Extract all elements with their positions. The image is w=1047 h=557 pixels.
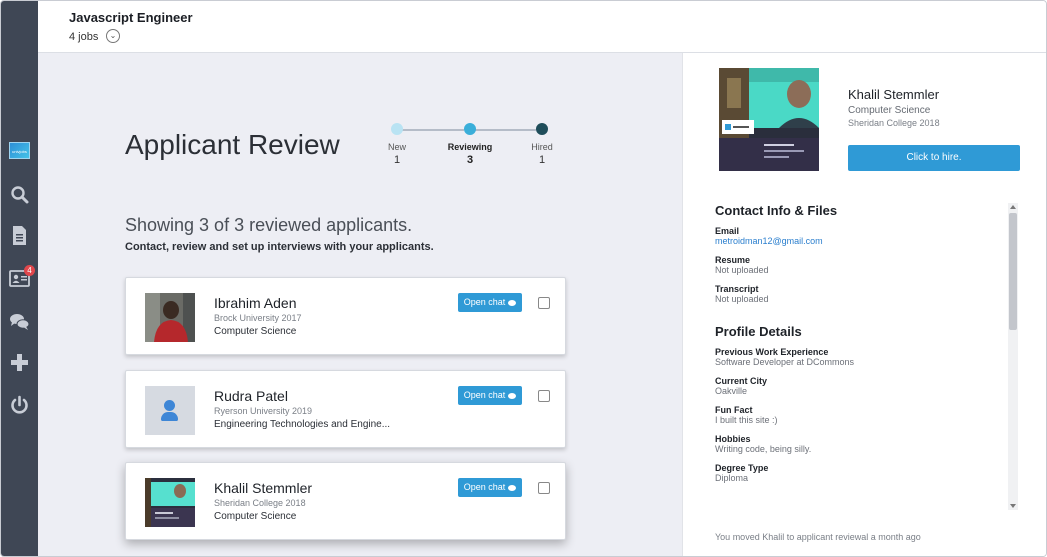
applicant-school: Brock University 2017 xyxy=(214,313,302,323)
chat-icon xyxy=(508,392,517,399)
applicant-photo xyxy=(145,293,195,342)
applicant-program: Engineering Technologies and Engine... xyxy=(214,419,391,430)
profile-program: Computer Science xyxy=(848,105,931,116)
page-title: Applicant Review xyxy=(125,129,340,160)
plus-icon[interactable] xyxy=(9,352,30,373)
chat-icon xyxy=(508,299,517,306)
fun-fact-value: I built this site :) xyxy=(715,415,778,425)
app-window: univjobs 4 Javascript Engineer 4 jobs ⌄ … xyxy=(0,0,1047,557)
transcript-label: Transcript xyxy=(715,284,759,294)
step-hired-label: Hired xyxy=(531,142,553,152)
hobbies-value: Writing code, being silly. xyxy=(715,444,812,454)
job-header: Javascript Engineer 4 jobs ⌄ xyxy=(38,1,1046,53)
applicant-review-area: Applicant Review New 1 Reviewing 3 Hired… xyxy=(38,53,682,556)
details-scrollbar[interactable] xyxy=(1008,203,1018,510)
work-experience-label: Previous Work Experience xyxy=(715,347,829,357)
profile-name: Khalil Stemmler xyxy=(848,87,940,102)
profile-school: Sheridan College 2018 xyxy=(848,118,940,128)
stepper-line xyxy=(474,129,536,131)
open-chat-label: Open chat xyxy=(463,390,506,400)
chat-icon[interactable] xyxy=(9,311,30,332)
step-new-dot[interactable] xyxy=(391,123,403,135)
profile-photo xyxy=(719,68,819,171)
degree-type-value: Diploma xyxy=(715,473,749,483)
open-chat-button[interactable]: Open chat xyxy=(458,386,522,405)
email-label: Email xyxy=(715,226,740,236)
select-checkbox[interactable] xyxy=(538,482,550,494)
profile-details: Contact Info & Files Email metroidman12@… xyxy=(715,203,1005,483)
applicant-name[interactable]: Ibrahim Aden xyxy=(214,295,297,311)
applicants-badge: 4 xyxy=(24,265,35,276)
document-icon[interactable] xyxy=(9,225,30,246)
work-experience-value: Software Developer at DCommons xyxy=(715,357,855,367)
select-checkbox[interactable] xyxy=(538,297,550,309)
select-checkbox[interactable] xyxy=(538,390,550,402)
avatar-body xyxy=(161,412,178,421)
degree-type-label: Degree Type xyxy=(715,463,769,473)
fun-fact-label: Fun Fact xyxy=(715,405,753,415)
job-title: Javascript Engineer xyxy=(69,10,193,25)
hire-button[interactable]: Click to hire. xyxy=(848,145,1020,171)
applicant-profile-panel: Khalil Stemmler Computer Science Sherida… xyxy=(682,53,1046,556)
email-link[interactable]: metroidman12@gmail.com xyxy=(715,236,1005,246)
default-avatar-icon xyxy=(145,386,195,435)
applicant-program: Computer Science xyxy=(214,326,297,337)
step-new-count: 1 xyxy=(393,154,401,166)
resume-value: Not uploaded xyxy=(715,265,769,275)
scroll-up-arrow-icon[interactable] xyxy=(1010,205,1016,209)
applicant-card[interactable]: Rudra Patel Ryerson University 2019 Engi… xyxy=(125,370,566,448)
step-hired-count: 1 xyxy=(538,154,546,166)
chevron-down-icon[interactable]: ⌄ xyxy=(106,29,120,43)
applicant-name[interactable]: Rudra Patel xyxy=(214,388,288,404)
applicant-photo xyxy=(145,478,195,527)
open-chat-label: Open chat xyxy=(463,297,506,307)
avatar-head xyxy=(164,400,175,411)
showing-count: Showing 3 of 3 reviewed applicants. xyxy=(125,215,413,235)
sidebar: univjobs 4 xyxy=(1,1,38,556)
chat-icon xyxy=(508,484,517,491)
profile-details-title: Profile Details xyxy=(715,324,802,339)
scroll-thumb[interactable] xyxy=(1009,213,1017,330)
transcript-value: Not uploaded xyxy=(715,294,769,304)
current-city-value: Oakville xyxy=(715,386,748,396)
applicant-school: Ryerson University 2019 xyxy=(214,406,313,416)
step-reviewing-label: Reviewing xyxy=(447,142,493,152)
step-hired-dot[interactable] xyxy=(536,123,548,135)
applicant-school: Sheridan College 2018 xyxy=(214,498,306,508)
scroll-down-arrow-icon[interactable] xyxy=(1010,504,1016,508)
applicant-program: Computer Science xyxy=(214,511,297,522)
open-chat-label: Open chat xyxy=(463,482,506,492)
applicant-card[interactable]: Khalil Stemmler Sheridan College 2018 Co… xyxy=(125,462,566,540)
applicant-name[interactable]: Khalil Stemmler xyxy=(214,480,312,496)
open-chat-button[interactable]: Open chat xyxy=(458,293,522,312)
search-icon[interactable] xyxy=(9,184,30,205)
step-reviewing-dot[interactable] xyxy=(464,123,476,135)
step-reviewing-count: 3 xyxy=(466,154,474,166)
applicant-card[interactable]: Ibrahim Aden Brock University 2017 Compu… xyxy=(125,277,566,355)
step-new-label: New xyxy=(387,142,406,152)
company-logo[interactable]: univjobs xyxy=(9,142,30,159)
contact-section-title: Contact Info & Files xyxy=(715,203,838,218)
hobbies-label: Hobbies xyxy=(715,434,751,444)
logo-text: univjobs xyxy=(12,149,27,154)
current-city-label: Current City xyxy=(715,376,768,386)
activity-log: You moved Khalil to applicant reviewal a… xyxy=(715,532,921,542)
resume-label: Resume xyxy=(715,255,751,265)
review-instructions: Contact, review and set up interviews wi… xyxy=(125,241,434,253)
power-icon[interactable] xyxy=(9,395,30,416)
stepper-line xyxy=(402,129,464,131)
review-stepper: New 1 Reviewing 3 Hired 1 xyxy=(378,121,558,171)
jobs-count: 4 jobs xyxy=(69,31,99,43)
open-chat-button[interactable]: Open chat xyxy=(458,478,522,497)
